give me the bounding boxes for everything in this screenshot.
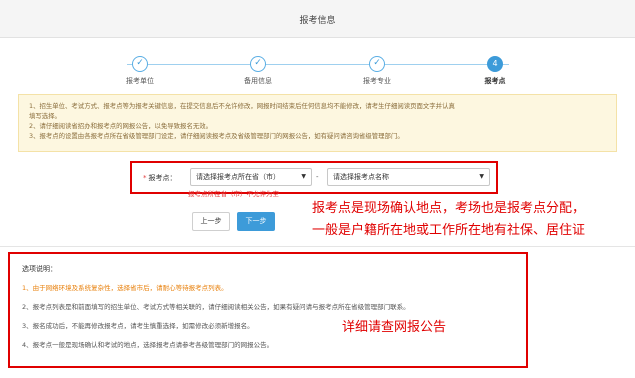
exam-site-label: * 报考点： — [143, 173, 177, 183]
page-header: 报考信息 — [0, 0, 635, 38]
annotation-line-3: 详细请查网报公告 — [342, 320, 447, 335]
notice-line: 2、请仔细阅读省招办和报考点的网报公告，以免导致报名无效。 — [29, 122, 213, 130]
step-4: 4 报考点 — [450, 56, 540, 86]
step-3: ✓ 报考专业 — [332, 56, 422, 86]
annotation-line-2: 一般是户籍所在地或工作所在地有社保、居住证 — [312, 223, 586, 238]
description-item: 1、由于网络环境及系统复杂性，选择省市后，请耐心等待报考点列表。 — [22, 284, 228, 292]
notice-line: 3、报考点的设置由各报考点所在省级管理部门设定，请仔细阅读报考点及省级管理部门的… — [29, 132, 404, 140]
description-item: 3、报名成功后，不能再修改报考点，请考生慎重选择，如需修改必须新增报名。 — [22, 322, 254, 330]
annotation-line-1: 报考点是现场确认地点，考场也是报考点分配， — [312, 201, 586, 216]
step-3-label: 报考专业 — [363, 77, 391, 85]
required-mark: * — [143, 174, 147, 182]
description-item: 2、报考点列表是和前面填写的招生单位、考试方式等相关联的，请仔细阅读相关公告，如… — [22, 303, 410, 311]
divider — [0, 246, 635, 247]
site-select-value: 请选择报考点名称 — [333, 173, 389, 181]
check-icon: ✓ — [132, 56, 148, 72]
check-icon: ✓ — [250, 56, 266, 72]
step-2-label: 备用信息 — [244, 77, 272, 85]
next-button[interactable]: 下一步 — [237, 212, 275, 231]
step-1-label: 报考单位 — [126, 77, 154, 85]
select-separator: - — [316, 173, 319, 181]
page-title: 报考信息 — [299, 16, 336, 26]
notice-line: 1、招生单位、考试方式、报考点等为报考关键信息，在提交信息后不允许修改，网报时间… — [29, 102, 455, 110]
exam-site-row: * 报考点： 请选择报考点所在省（市） ▼ - 请选择报考点名称 ▼ — [0, 164, 635, 190]
prev-button[interactable]: 上一步 — [192, 212, 230, 231]
notice-box: 1、招生单位、考试方式、报考点等为报考关键信息，在提交信息后不允许修改，网报时间… — [18, 94, 617, 152]
check-icon: ✓ — [369, 56, 385, 72]
description-title: 选项说明： — [22, 265, 57, 273]
step-4-number: 4 — [487, 56, 503, 72]
exam-site-label-text: 报考点： — [148, 174, 177, 182]
site-select[interactable]: 请选择报考点名称 ▼ — [327, 168, 490, 186]
step-2: ✓ 备用信息 — [213, 56, 303, 86]
validation-error: 报考点所在省（市）不允许为空 — [188, 190, 279, 198]
description-box: 选项说明： 1、由于网络环境及系统复杂性，选择省市后，请耐心等待报考点列表。 2… — [8, 252, 528, 368]
step-4-label: 报考点 — [484, 77, 506, 85]
step-1: ✓ 报考单位 — [95, 56, 185, 86]
progress-steps: ✓ 报考单位 ✓ 备用信息 ✓ 报考专业 4 报考点 — [0, 40, 635, 96]
province-select-value: 请选择报考点所在省（市） — [196, 173, 280, 181]
description-item: 4、报考点一般是现场确认和考试的地点，选择报考点请参考各级管理部门的网报公告。 — [22, 341, 274, 349]
notice-line: 填写选择。 — [29, 112, 61, 120]
chevron-down-icon: ▼ — [301, 173, 306, 180]
province-select[interactable]: 请选择报考点所在省（市） ▼ — [190, 168, 312, 186]
chevron-down-icon: ▼ — [479, 173, 484, 180]
